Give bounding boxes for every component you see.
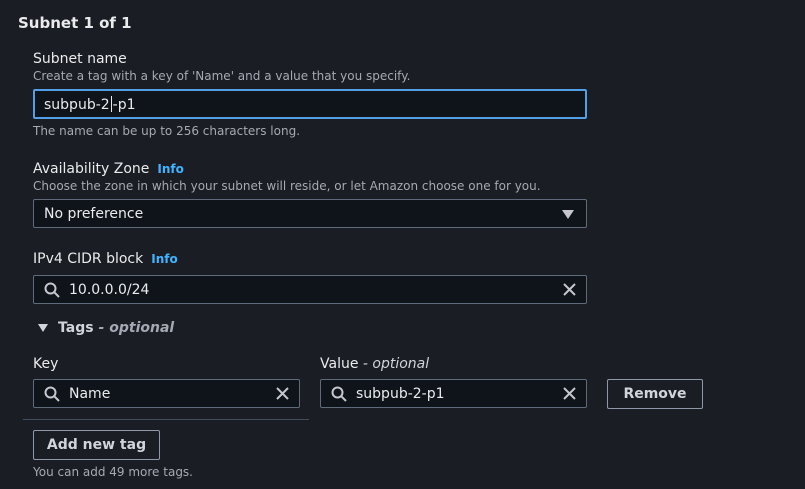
search-icon [44, 282, 60, 298]
availability-zone-select[interactable]: No preference [33, 199, 587, 228]
availability-zone-description: Choose the zone in which your subnet wil… [33, 179, 541, 193]
tag-value-optional: - optional [362, 356, 430, 372]
tag-key-label: Key [33, 356, 59, 372]
subnet-name-input[interactable]: subpub-2 -p1 [33, 89, 587, 119]
cidr-label: IPv4 CIDR block [33, 251, 144, 267]
add-new-tag-button[interactable]: Add new tag [33, 430, 160, 460]
tags-toggle-optional: - optional [98, 320, 175, 336]
tag-key-input[interactable]: Name [33, 379, 300, 408]
divider [23, 419, 309, 420]
availability-zone-label: Availability Zone [33, 161, 150, 177]
subnet-name-description: Create a tag with a key of 'Name' and a … [33, 69, 411, 83]
tags-section-toggle[interactable]: Tags - optional [38, 320, 174, 336]
clear-icon[interactable] [275, 386, 290, 401]
cidr-value: 10.0.0.0/24 [69, 281, 150, 298]
remove-tag-button[interactable]: Remove [607, 379, 703, 409]
tag-value-label-row: Value - optional [320, 356, 429, 372]
clear-icon[interactable] [562, 386, 577, 401]
section-title: Subnet 1 of 1 [18, 14, 132, 32]
cidr-info-link[interactable]: Info [151, 252, 177, 266]
subnet-name-value: subpub-2 -p1 [44, 95, 136, 113]
availability-zone-info-link[interactable]: Info [157, 162, 183, 176]
tags-toggle-label: Tags [58, 320, 94, 336]
tag-value-input[interactable]: subpub-2-p1 [320, 379, 587, 408]
subnet-name-label: Subnet name [33, 51, 127, 67]
caret-down-icon [562, 210, 574, 219]
cidr-input[interactable]: 10.0.0.0/24 [33, 275, 587, 304]
triangle-down-icon [38, 324, 48, 332]
clear-icon[interactable] [562, 282, 577, 297]
search-icon [331, 386, 347, 402]
tag-value-label: Value [320, 356, 359, 372]
availability-zone-label-row: Availability Zone Info [33, 161, 184, 177]
cidr-label-row: IPv4 CIDR block Info [33, 251, 178, 267]
text-caret [110, 95, 112, 112]
tag-value-value: subpub-2-p1 [356, 385, 445, 402]
tags-remaining-hint: You can add 49 more tags. [33, 465, 193, 479]
availability-zone-selected: No preference [44, 205, 144, 222]
search-icon [44, 386, 60, 402]
subnet-name-hint: The name can be up to 256 characters lon… [33, 124, 301, 138]
tag-key-value: Name [69, 385, 111, 402]
